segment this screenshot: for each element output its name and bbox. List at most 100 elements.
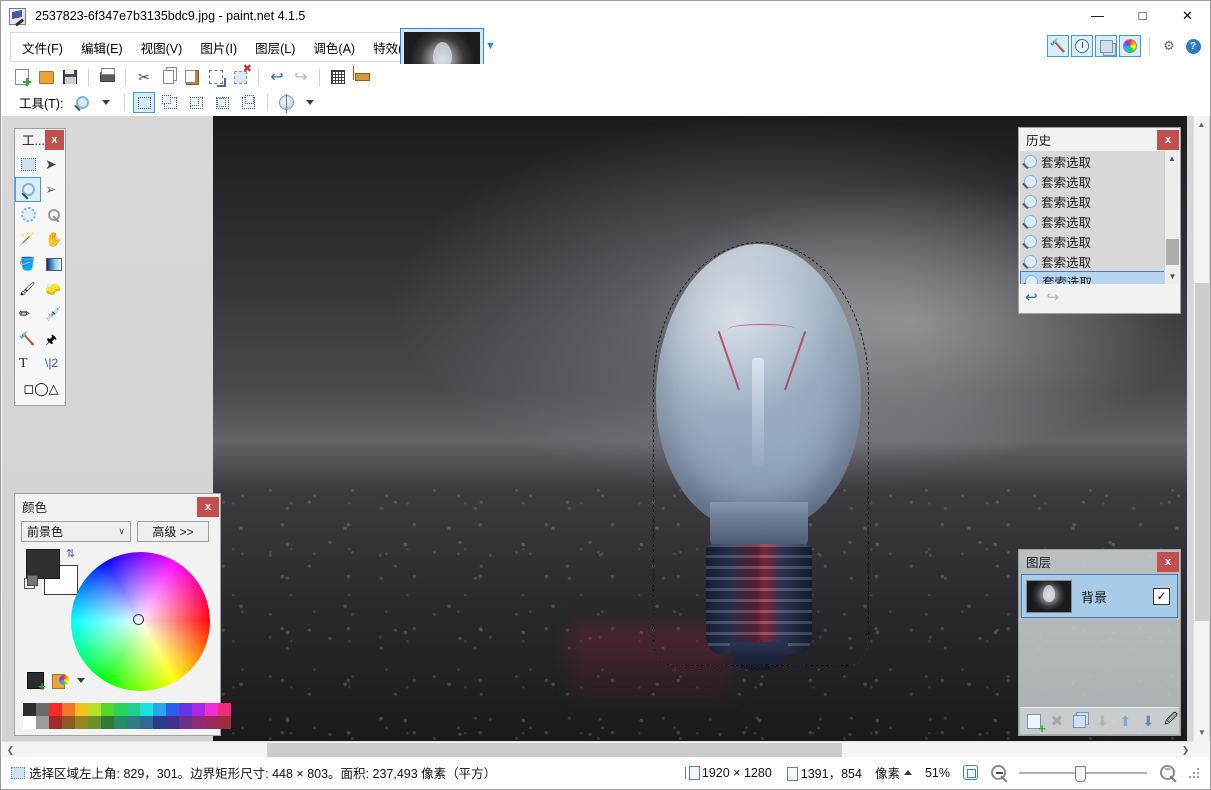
add-layer-button[interactable] <box>1026 713 1042 730</box>
settings-button[interactable]: ⚙ <box>1158 35 1180 57</box>
new-file-button[interactable] <box>11 66 33 88</box>
tool-dropdown-button[interactable] <box>95 92 117 114</box>
redo-arrow-icon[interactable]: ↪ <box>1047 288 1060 306</box>
selection-mode-xor[interactable] <box>211 92 233 113</box>
antialiasing-dropdown-button[interactable] <box>299 92 321 114</box>
palette-swatch[interactable] <box>88 716 101 729</box>
history-item[interactable]: 套索选取 <box>1020 191 1179 211</box>
scroll-down-arrow-icon[interactable]: ▼ <box>1194 724 1210 741</box>
selection-mode-replace[interactable] <box>133 92 156 113</box>
toggle-layers-window[interactable] <box>1095 35 1117 57</box>
selection-mode-exclude[interactable] <box>185 92 207 113</box>
antialiasing-button[interactable] <box>275 92 297 114</box>
palette-swatch[interactable] <box>23 716 36 729</box>
palette-swatch[interactable] <box>114 716 127 729</box>
tool-clone-stamp[interactable]: 🔨 <box>15 327 41 352</box>
layers-list[interactable]: 背景 ✓ <box>1020 574 1179 704</box>
deselect-all-button[interactable] <box>229 66 251 88</box>
palette-swatch[interactable] <box>88 703 101 716</box>
palette-swatch[interactable] <box>153 703 166 716</box>
swap-colors-icon[interactable]: ⇅ <box>66 547 75 560</box>
open-palette-button[interactable] <box>52 673 69 689</box>
history-item[interactable]: 套索选取 <box>1020 211 1179 231</box>
menu-layers[interactable]: 图层(L) <box>246 34 304 61</box>
open-file-button[interactable] <box>35 66 57 88</box>
print-button[interactable] <box>96 66 118 88</box>
palette-swatch[interactable] <box>140 716 153 729</box>
palette-swatch[interactable] <box>101 703 114 716</box>
tool-paintbrush[interactable]: 🖌 <box>15 277 41 302</box>
toggle-history-window[interactable] <box>1071 35 1093 57</box>
undo-button[interactable]: ↩ <box>266 66 288 88</box>
move-layer-down-button[interactable]: ⬇ <box>1140 713 1156 730</box>
vertical-scrollbar[interactable]: ▲ ▼ <box>1193 116 1209 741</box>
palette-swatch[interactable] <box>36 716 49 729</box>
palette-swatch[interactable] <box>153 716 166 729</box>
palette-swatch[interactable] <box>192 703 205 716</box>
palette-swatch[interactable] <box>166 703 179 716</box>
tool-magic-wand[interactable]: 🪄 <box>15 227 41 252</box>
zoom-slider-thumb[interactable] <box>1075 765 1086 782</box>
palette-swatch[interactable] <box>49 716 62 729</box>
history-item[interactable]: 套索选取 <box>1020 231 1179 251</box>
scroll-down-arrow-icon[interactable]: ▼ <box>1165 269 1179 284</box>
history-item[interactable]: 套索选取 <box>1020 251 1179 271</box>
palette-swatch[interactable] <box>23 703 36 716</box>
palette-swatch[interactable] <box>205 716 218 729</box>
history-list[interactable]: 套索选取 套索选取 套索选取 套索选取 套索选取 套索选取 套索选取 ▲ ▼ <box>1020 151 1179 284</box>
fit-to-window-icon[interactable] <box>963 765 978 780</box>
selection-mode-intersect[interactable] <box>237 92 259 113</box>
palette-swatch[interactable] <box>75 716 88 729</box>
vertical-scroll-thumb[interactable] <box>1195 283 1209 621</box>
tool-move-selected[interactable]: ➤ <box>41 152 67 177</box>
tool-pan[interactable]: ✋ <box>41 227 67 252</box>
zoom-in-icon[interactable] <box>1160 762 1175 780</box>
move-layer-up-button[interactable]: ⬆ <box>1117 713 1133 730</box>
undo-arrow-icon[interactable]: ↩ <box>1025 288 1038 306</box>
cut-button[interactable]: ✂ <box>133 66 155 88</box>
palette-swatch[interactable] <box>101 716 114 729</box>
history-scroll-thumb[interactable] <box>1166 239 1179 265</box>
scroll-up-arrow-icon[interactable]: ▲ <box>1165 151 1179 166</box>
advanced-colors-button[interactable]: 高级 >> <box>137 521 209 542</box>
color-mode-dropdown[interactable]: 前景色 ∨ <box>21 521 131 542</box>
color-wheel[interactable] <box>71 552 210 691</box>
palette-swatch[interactable] <box>218 716 231 729</box>
duplicate-layer-button[interactable] <box>1072 713 1088 730</box>
rulers-button[interactable] <box>351 66 373 88</box>
zoom-out-icon[interactable] <box>991 765 1006 780</box>
save-file-button[interactable] <box>59 66 81 88</box>
menu-file[interactable]: 文件(F) <box>13 34 72 61</box>
palette-swatch[interactable] <box>218 703 231 716</box>
horizontal-scroll-thumb[interactable] <box>267 743 842 757</box>
tool-color-picker[interactable]: 💉 <box>41 302 67 327</box>
paste-button[interactable] <box>181 66 203 88</box>
tool-line-curve[interactable]: \|2 <box>41 352 67 377</box>
pixel-grid-button[interactable] <box>327 66 349 88</box>
menu-adjustments[interactable]: 调色(A) <box>304 34 364 61</box>
units-group[interactable]: 像素 <box>875 763 912 782</box>
toggle-colors-window[interactable] <box>1119 35 1141 57</box>
colors-window-close-button[interactable]: x <box>197 496 219 517</box>
menu-image[interactable]: 图片(I) <box>191 34 246 61</box>
crop-to-selection-button[interactable] <box>205 66 227 88</box>
tool-lasso-select[interactable] <box>15 177 41 202</box>
tool-gradient[interactable] <box>41 252 67 277</box>
palette-swatch[interactable] <box>62 703 75 716</box>
layer-row[interactable]: 背景 ✓ <box>1021 574 1178 618</box>
history-window-titlebar[interactable]: 历史 x <box>1019 128 1180 151</box>
resize-grip[interactable] <box>1188 766 1200 779</box>
tool-recolor[interactable]: 🖈 <box>41 327 67 352</box>
add-color-to-palette-button[interactable] <box>27 672 46 694</box>
delete-layer-button[interactable]: ✖ <box>1049 713 1065 730</box>
scroll-up-arrow-icon[interactable]: ▲ <box>1194 116 1209 133</box>
palette-swatch[interactable] <box>205 703 218 716</box>
reset-colors-icon[interactable] <box>24 575 38 589</box>
palette-swatch[interactable] <box>127 703 140 716</box>
toggle-tools-window[interactable]: 🔨 <box>1047 35 1069 57</box>
tool-ellipse-select[interactable] <box>15 202 41 227</box>
chevron-down-icon[interactable] <box>77 678 85 683</box>
tool-rectangle-select[interactable] <box>15 152 41 177</box>
menu-edit[interactable]: 编辑(E) <box>72 34 132 61</box>
palette-swatch[interactable] <box>166 716 179 729</box>
